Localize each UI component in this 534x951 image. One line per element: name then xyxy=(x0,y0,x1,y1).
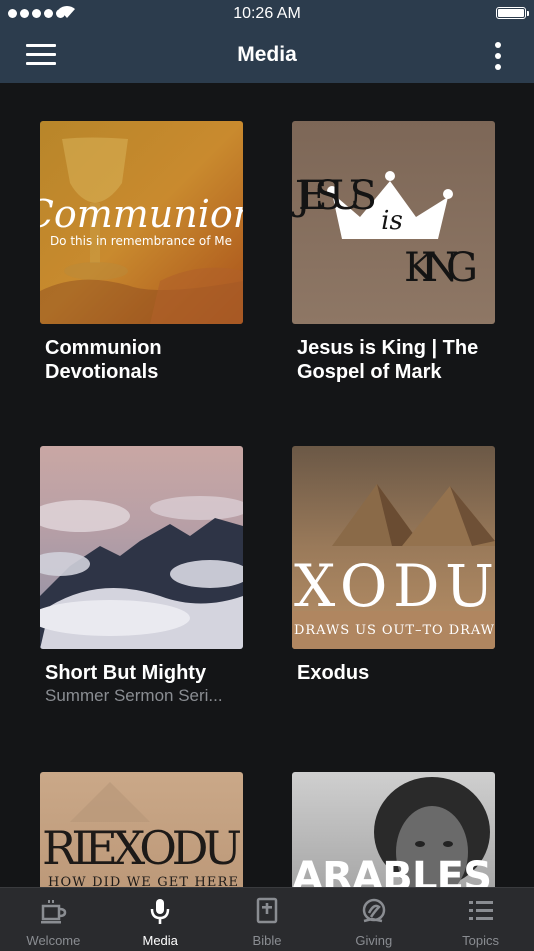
reexodus-artwork: RIEXODU HOW DID WE GET HERE xyxy=(40,772,243,887)
exodus-artwork: XODU DRAWS US OUT–TO DRAW xyxy=(292,446,495,649)
tab-giving[interactable]: Giving xyxy=(320,888,427,951)
media-title[interactable]: Exodus xyxy=(292,661,496,685)
tab-bar: Welcome Media Bible Giving Topics xyxy=(0,887,534,951)
tab-label: Bible xyxy=(252,933,282,948)
art-text-line: Do this in remembrance of Me xyxy=(50,234,232,248)
media-card[interactable]: Short But Mighty Summer Sermon Seri... xyxy=(40,446,244,706)
tab-label: Giving xyxy=(355,933,393,948)
media-card[interactable]: ARABLES xyxy=(292,772,496,887)
microphone-icon xyxy=(150,899,170,924)
media-card[interactable]: XODU DRAWS US OUT–TO DRAW Exodus xyxy=(292,446,496,685)
art-text-line: RIEXODU xyxy=(42,821,242,875)
art-text-line: XODU xyxy=(294,552,494,620)
media-thumbnail[interactable] xyxy=(40,446,243,649)
media-title[interactable]: Communion Devotionals xyxy=(40,336,244,384)
mountain-clouds-artwork xyxy=(40,446,243,649)
art-text-line: JESUS xyxy=(292,173,377,219)
media-card[interactable]: JESUS is KING Jesus is King | The Gospel… xyxy=(292,121,496,384)
art-text-line: is xyxy=(381,206,403,236)
tab-label: Welcome xyxy=(26,933,81,948)
media-thumbnail[interactable]: ARABLES xyxy=(292,772,495,887)
media-thumbnail[interactable]: JESUS is KING xyxy=(292,121,495,324)
vertical-dots-icon[interactable] xyxy=(492,41,504,71)
media-thumbnail[interactable]: RIEXODU HOW DID WE GET HERE xyxy=(40,772,243,887)
art-text-line: KING xyxy=(404,245,478,291)
tab-media[interactable]: Media xyxy=(107,888,214,951)
media-grid: Communion Do this in remembrance of Me C… xyxy=(0,83,534,887)
parables-artwork: ARABLES xyxy=(292,772,495,887)
art-text-line: ARABLES xyxy=(292,854,492,887)
tab-bible[interactable]: Bible xyxy=(214,888,321,951)
media-card[interactable]: RIEXODU HOW DID WE GET HERE xyxy=(40,772,244,887)
coffee-cup-icon xyxy=(41,900,67,924)
tab-label: Media xyxy=(142,933,178,948)
jesus-is-king-artwork: JESUS is KING xyxy=(292,121,495,324)
status-bar: 10:26 AM xyxy=(0,0,534,28)
art-text-line: Communion xyxy=(40,192,243,236)
media-subtitle: Summer Sermon Seri... xyxy=(45,686,223,705)
communion-artwork: Communion Do this in remembrance of Me xyxy=(40,121,243,324)
status-time: 10:26 AM xyxy=(233,5,301,22)
tab-topics[interactable]: Topics xyxy=(427,888,534,951)
media-title[interactable]: Jesus is King | The Gospel of Mark xyxy=(292,336,496,384)
list-icon xyxy=(468,901,493,920)
media-thumbnail[interactable]: XODU DRAWS US OUT–TO DRAW xyxy=(292,446,495,649)
tab-label: Topics xyxy=(462,933,500,948)
art-text-line: HOW DID WE GET HERE xyxy=(48,875,238,887)
media-thumbnail[interactable]: Communion Do this in remembrance of Me xyxy=(40,121,243,324)
battery-icon xyxy=(496,7,529,19)
media-card[interactable]: Communion Do this in remembrance of Me C… xyxy=(40,121,244,384)
art-text-line: DRAWS US OUT–TO DRAW xyxy=(294,623,495,638)
page-title: Media xyxy=(237,43,297,66)
bible-icon xyxy=(256,897,278,924)
header-bar: Media xyxy=(0,28,534,83)
media-title[interactable]: Short But Mighty xyxy=(40,661,244,685)
tab-welcome[interactable]: Welcome xyxy=(0,888,107,951)
giving-icon xyxy=(362,898,386,923)
